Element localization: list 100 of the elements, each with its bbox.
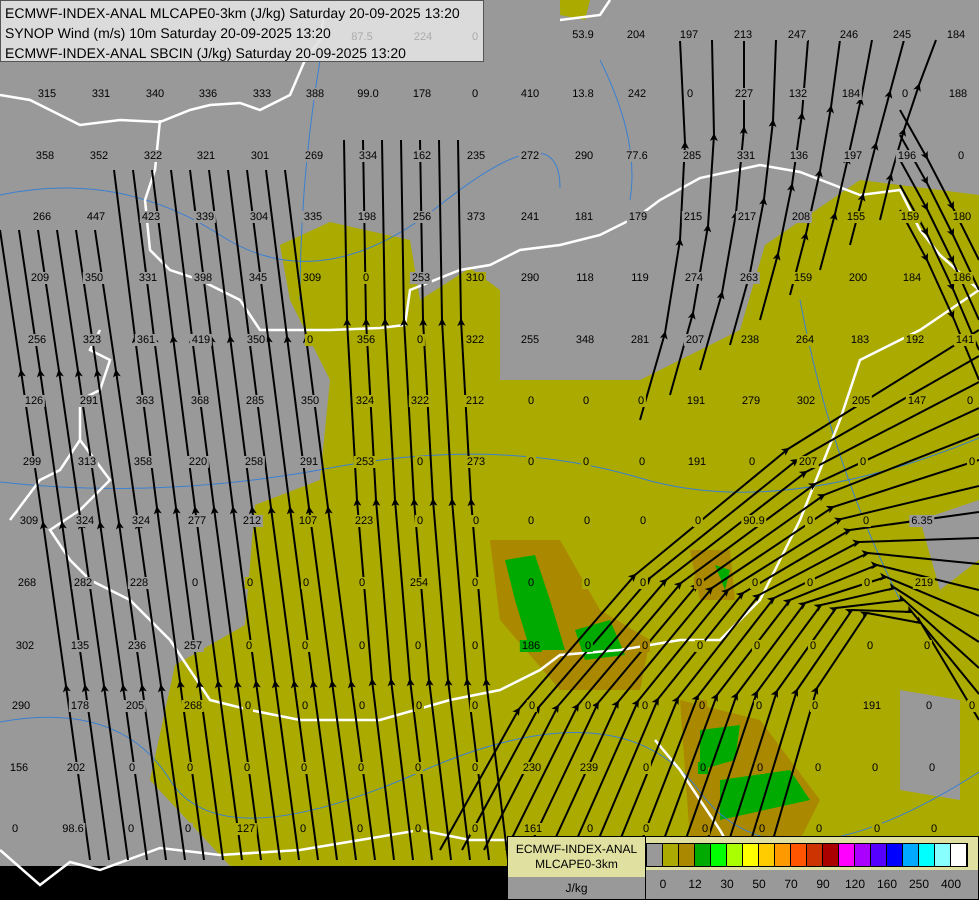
map-value-label: 255 — [518, 334, 542, 346]
map-value-label: 299 — [20, 456, 44, 468]
map-value-label: 0 — [582, 700, 594, 712]
map-value-label: 358 — [34, 150, 56, 162]
map-value-label: 184 — [840, 88, 862, 100]
map-value-label: 197 — [842, 150, 864, 162]
map-value-label: 156 — [8, 762, 30, 774]
map-value-label: 205 — [124, 700, 146, 712]
map-value-label: 309 — [18, 515, 40, 527]
map-value-label: 323 — [80, 334, 104, 346]
map-value-label: 310 — [464, 272, 486, 284]
map-value-label: 241 — [518, 211, 542, 223]
legend-title: ECMWF-INDEX-ANAL — [516, 842, 638, 857]
map-value-label: 247 — [786, 29, 808, 41]
map-value-label: 191 — [684, 395, 708, 407]
legend-tick-label: 250 — [908, 877, 930, 891]
legend-tick-label: 160 — [876, 877, 898, 891]
map-value-label: 212 — [240, 515, 264, 527]
map-value-label: 0 — [300, 577, 312, 589]
map-value-label: 423 — [140, 211, 162, 223]
map-value-label: 0 — [922, 640, 932, 652]
map-value-label: 363 — [134, 395, 156, 407]
map-value-label: 0 — [580, 456, 592, 468]
map-value-label: 0 — [412, 640, 424, 652]
map-value-label: 188 — [946, 88, 970, 100]
map-value-label: 331 — [90, 88, 112, 100]
map-value-label: 239 — [578, 762, 600, 774]
map-value-label: 279 — [740, 395, 762, 407]
map-value-label: 212 — [464, 395, 486, 407]
map-value-label: 0 — [584, 823, 596, 835]
map-value-label: 0 — [470, 515, 482, 527]
map-value-label: 0 — [190, 577, 200, 589]
map-value-label: 213 — [732, 29, 754, 41]
map-value-label: 256 — [26, 334, 48, 346]
map-value-label: 257 — [182, 640, 204, 652]
map-value-label: 127 — [234, 823, 258, 835]
map-value-label: 256 — [410, 211, 434, 223]
map-value-label: 331 — [734, 150, 758, 162]
map-value-label: 242 — [626, 88, 648, 100]
map-value-label: 0 — [470, 640, 480, 652]
map-value-label: 0 — [640, 823, 652, 835]
map-value-label: 180 — [950, 211, 974, 223]
map-value-label: 322 — [142, 150, 164, 162]
map-value-label: 266 — [30, 211, 54, 223]
map-value-label: 0 — [354, 823, 366, 835]
map-value-label: 118 — [574, 272, 596, 284]
map-value-label: 230 — [520, 762, 544, 774]
map-value-label: 340 — [144, 88, 166, 100]
map-value-label: 291 — [78, 395, 100, 407]
map-value-label: 0 — [304, 334, 316, 346]
map-value-label: 0 — [470, 823, 480, 835]
map-value-label: 0 — [640, 640, 650, 652]
map-value-label: 264 — [794, 334, 816, 346]
map-value-label: 0 — [298, 823, 308, 835]
map-value-label: 227 — [732, 88, 756, 100]
map-value-label: 0 — [696, 700, 708, 712]
map-value-label: 0 — [360, 272, 372, 284]
map-value-label: 0 — [638, 515, 648, 527]
map-value-label: 282 — [72, 577, 94, 589]
map-value-label: 333 — [250, 88, 274, 100]
map-value-label: 0 — [926, 762, 938, 774]
map-value-label: 254 — [408, 577, 430, 589]
map-value-label: 0 — [640, 700, 650, 712]
map-value-label: 147 — [906, 395, 928, 407]
map-value-label: 0 — [804, 577, 816, 589]
map-value-label: 0 — [526, 395, 536, 407]
map-value-label: 361 — [134, 334, 158, 346]
map-value-label: 135 — [68, 640, 92, 652]
map-value-label: 0 — [754, 700, 764, 712]
map-value-label: 447 — [84, 211, 108, 223]
map-value-label: 0 — [414, 515, 426, 527]
map-value-label: 336 — [196, 88, 220, 100]
map-value-label: 13.8 — [570, 88, 596, 100]
legend-tick-label: 70 — [784, 877, 798, 891]
map-value-label: 0 — [300, 700, 310, 712]
map-value-label: 235 — [464, 150, 488, 162]
map-value-label: 273 — [464, 456, 488, 468]
map-value-label: 0 — [870, 762, 880, 774]
map-value-label: 0 — [684, 88, 696, 100]
map-value-label: 350 — [244, 334, 268, 346]
map-value-label: 0 — [126, 823, 136, 835]
map-value-label: 0 — [526, 515, 536, 527]
legend-tick-label: 90 — [816, 877, 830, 891]
map-value-label: 335 — [302, 211, 324, 223]
map-value-label: 0 — [414, 700, 424, 712]
map-value-label: 236 — [126, 640, 148, 652]
map-value-label: 301 — [248, 150, 272, 162]
map-value-label: 0 — [862, 577, 872, 589]
map-value-label: 197 — [678, 29, 700, 41]
map-value-label: 0 — [966, 700, 978, 712]
map-value-label: 290 — [518, 272, 542, 284]
map-value-label: 0 — [966, 456, 978, 468]
map-value-label: 388 — [304, 88, 326, 100]
map-value-label: 0 — [692, 515, 704, 527]
map-value-label: 219 — [912, 577, 936, 589]
legend-tick-label: 12 — [688, 877, 702, 891]
map-value-label: 358 — [132, 456, 154, 468]
map-value-label: 0 — [924, 700, 934, 712]
map-value-label: 0 — [860, 515, 872, 527]
map-value-label: 0 — [746, 456, 758, 468]
